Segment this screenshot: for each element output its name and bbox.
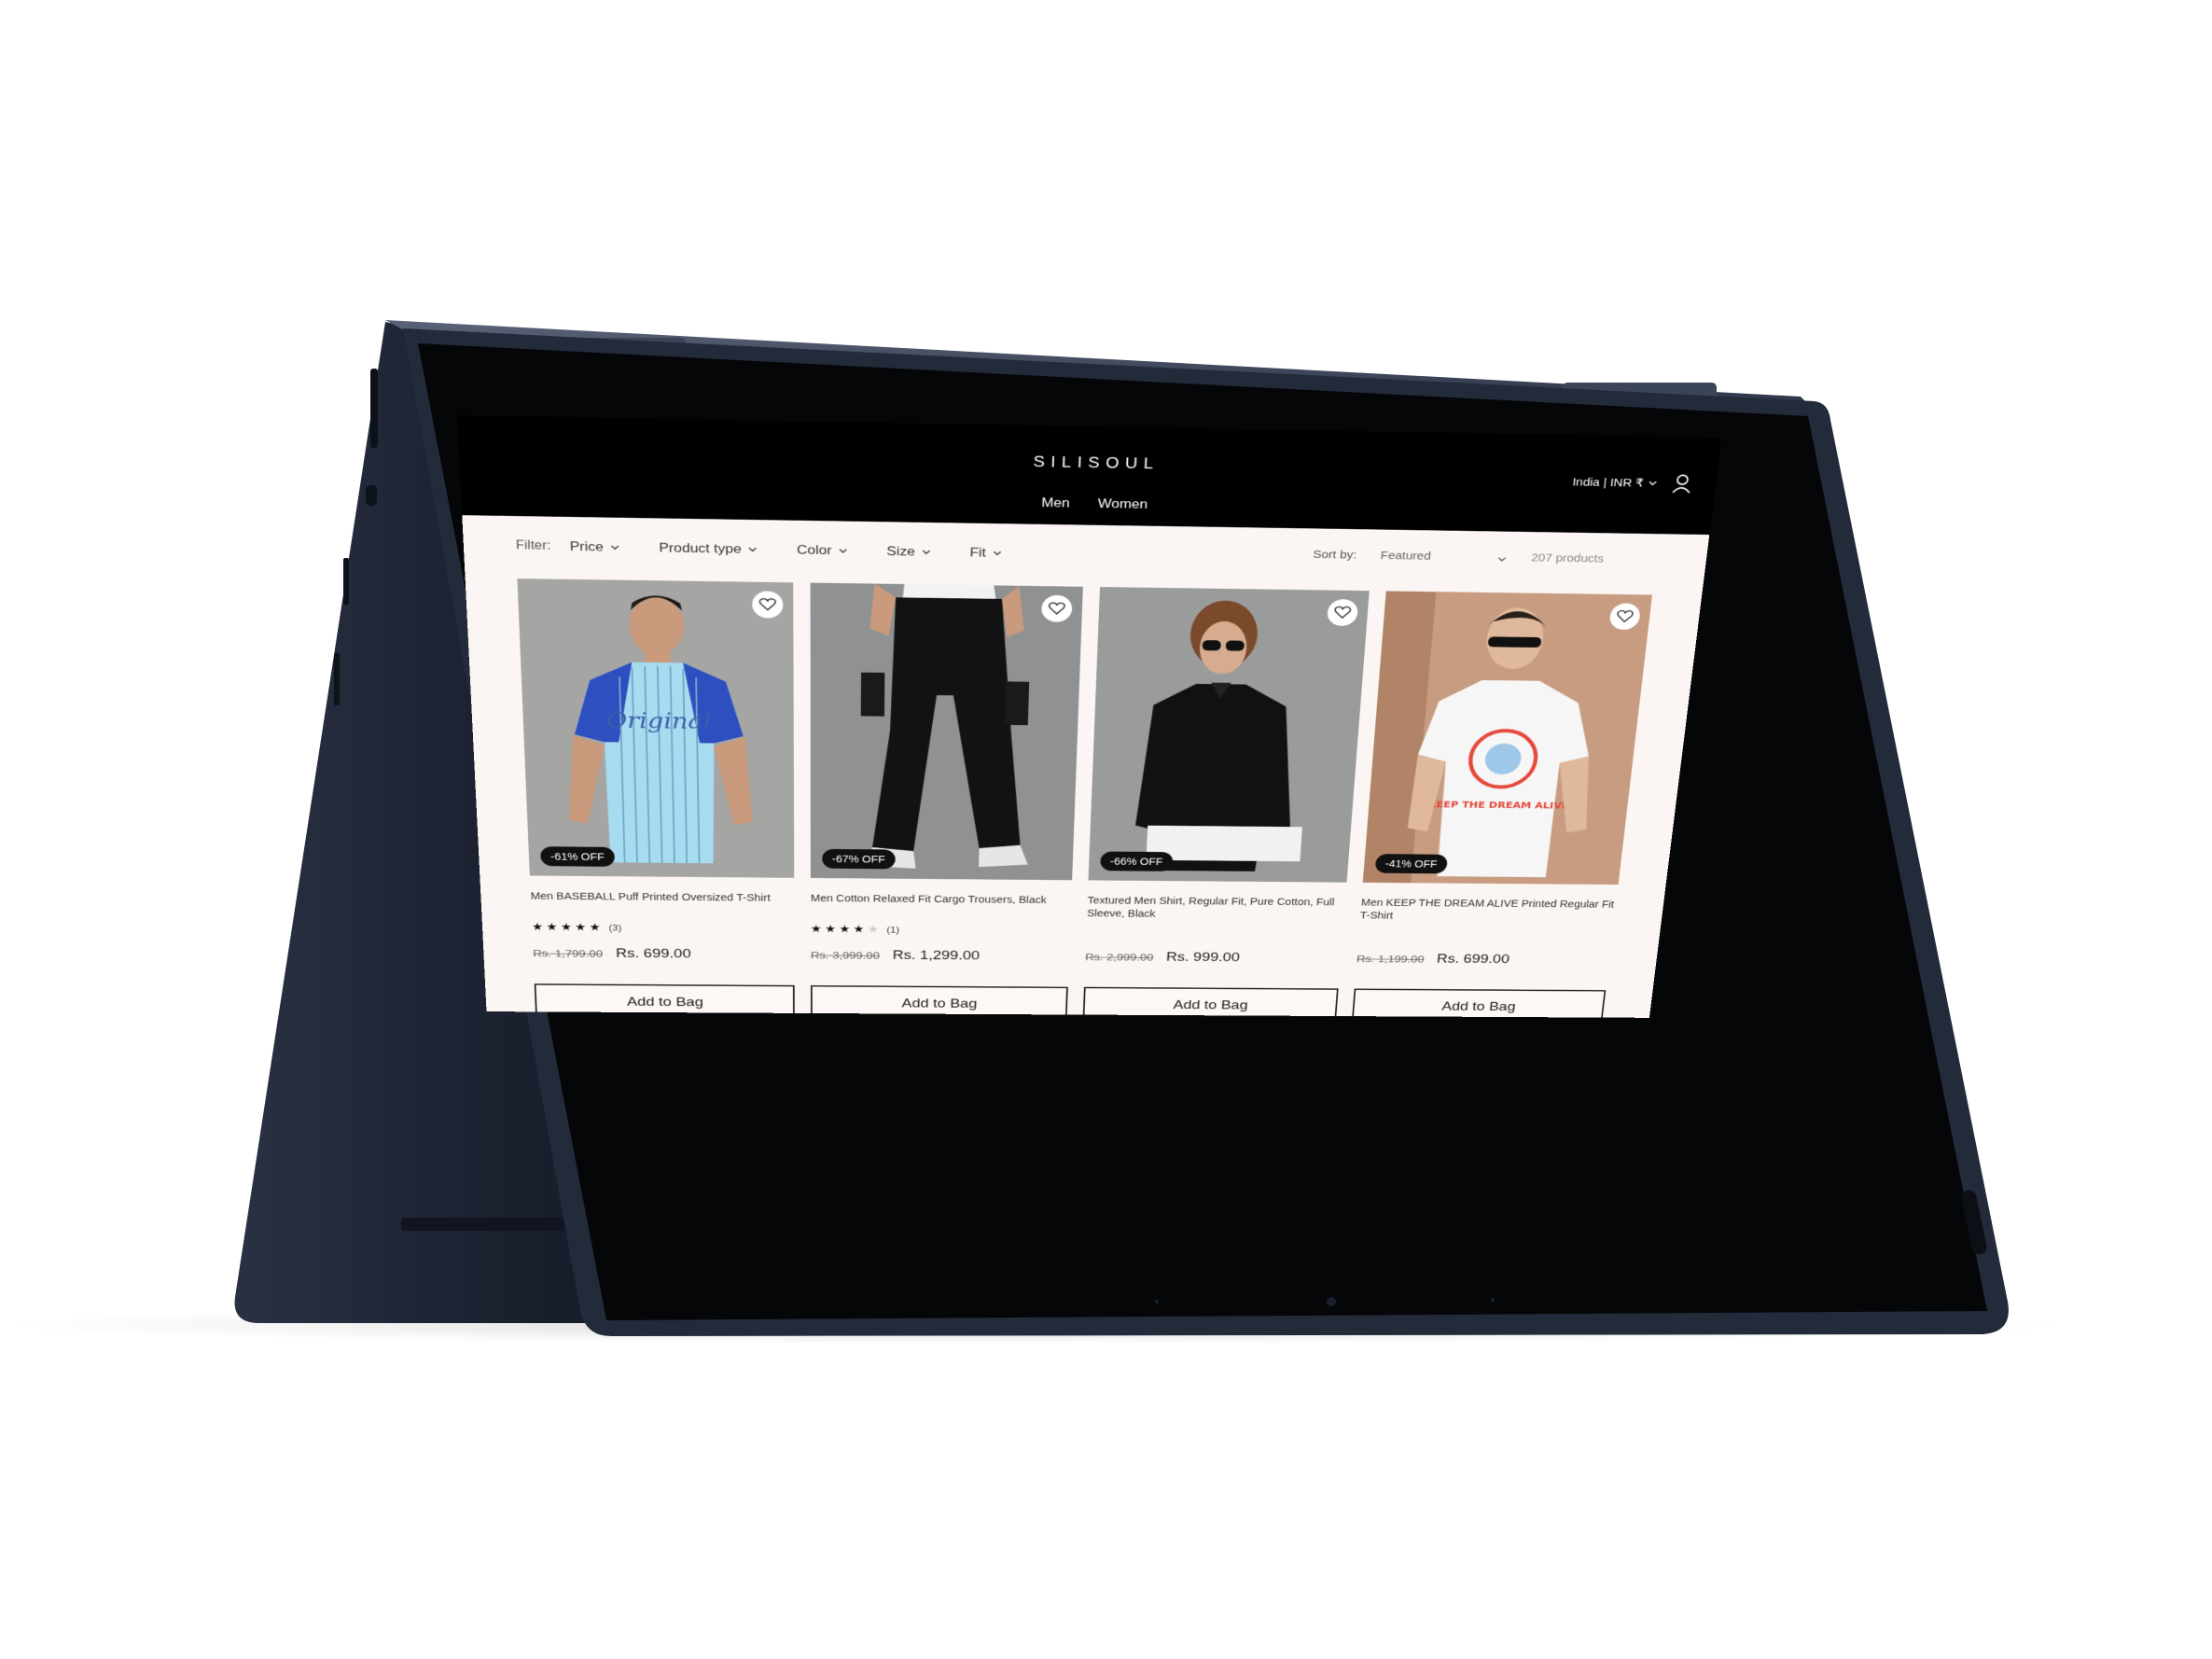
product-photo-dream-tee: KEEP THE DREAM ALIVE [1362,591,1653,885]
product-grid: Original -61% OFF Men BASEBALL Puff Prin… [517,579,1653,1018]
product-title[interactable]: Men Cotton Relaxed Fit Cargo Trousers, B… [811,892,1072,907]
rating-count: (1) [886,924,900,935]
compare-price: Rs. 1,199.00 [1356,953,1425,966]
chevron-down-icon [748,547,757,551]
compare-price: Rs. 1,799.00 [533,947,604,960]
sort-select[interactable]: Featured [1380,550,1498,565]
brand-logo[interactable]: SILISOUL [459,443,1718,482]
star-icon: ★★★★★ [531,921,605,934]
product-image[interactable]: -66% OFF [1088,587,1370,883]
filter-color-label: Color [796,542,832,558]
discount-badge: -67% OFF [822,848,896,870]
price-row: Rs. 2,999.00 Rs. 999.00 [1085,950,1240,966]
svg-text:Original: Original [605,707,711,734]
product-photo-baseball-tee: Original [517,579,795,878]
filter-size-label: Size [886,543,915,559]
main-nav: Men Women [461,486,1713,522]
heart-icon [1048,602,1065,616]
add-to-bag-button[interactable]: Add to Bag [1082,986,1339,1018]
browser-viewport: SILISOUL Men Women India | INR ₹ Filter:… [457,415,1722,1018]
product-rating: ★★★★★ (1) [811,923,899,936]
product-count: 207 products [1530,551,1605,565]
discount-badge: -41% OFF [1374,854,1448,874]
product-image[interactable]: -67% OFF [810,582,1083,881]
account-icon[interactable] [1671,474,1693,495]
compare-price: Rs. 2,999.00 [1084,951,1154,964]
filter-fit[interactable]: Fit [969,545,1001,561]
product-photo-black-shirt [1088,587,1370,883]
filter-color[interactable]: Color [797,542,847,558]
filter-size[interactable]: Size [886,544,930,560]
chevron-down-icon [993,551,1001,555]
filter-product-type[interactable]: Product type [659,540,757,557]
product-title[interactable]: Men KEEP THE DREAM ALIVE Printed Regular… [1359,896,1617,924]
filter-price-label: Price [569,538,605,554]
svg-text:KEEP THE DREAM ALIVE: KEEP THE DREAM ALIVE [1427,799,1569,811]
product-title[interactable]: Textured Men Shirt, Regular Fit, Pure Co… [1087,894,1346,922]
sale-price: Rs. 1,299.00 [892,948,981,963]
heart-icon [1334,606,1352,619]
product-card: KEEP THE DREAM ALIVE -41% OFF Men KEEP T… [1351,591,1653,1018]
add-to-bag-button[interactable]: Add to Bag [810,984,1068,1018]
product-card: -66% OFF Textured Men Shirt, Regular Fit… [1082,587,1370,1018]
filter-bar: Filter: Price Product type Color Size Fi… [515,533,1657,576]
price-row: Rs. 3,999.00 Rs. 1,299.00 [811,948,980,964]
rating-count: (3) [608,922,622,933]
product-rating: ★★★★★ (3) [532,921,622,934]
chevron-down-icon [1649,481,1658,485]
chevron-down-icon [610,545,619,550]
product-title[interactable]: Men BASEBALL Puff Printed Oversized T-Sh… [530,889,794,904]
product-image[interactable]: Original -61% OFF [517,579,795,878]
chevron-down-icon [922,550,930,554]
discount-badge: -66% OFF [1100,851,1174,871]
product-card: -67% OFF Men Cotton Relaxed Fit Cargo Tr… [810,582,1083,1018]
chevron-down-icon [839,549,847,553]
sale-price: Rs. 699.00 [615,946,691,961]
locale-selector[interactable]: India | INR ₹ [1572,475,1658,490]
filter-product-type-label: Product type [659,540,742,557]
product-image[interactable]: KEEP THE DREAM ALIVE -41% OFF [1362,591,1653,885]
discount-badge: -61% OFF [540,846,615,867]
filter-fit-label: Fit [969,545,987,560]
heart-icon [1616,610,1634,623]
product-card: Original -61% OFF Men BASEBALL Puff Prin… [517,579,795,1018]
star-empty-icon: ★ [867,923,883,936]
product-photo-cargo-trousers [810,582,1083,881]
sale-price: Rs. 699.00 [1436,952,1510,967]
wishlist-button[interactable] [752,591,784,619]
nav-women[interactable]: Women [1098,496,1148,511]
price-row: Rs. 1,199.00 Rs. 699.00 [1356,952,1510,968]
sort-label: Sort by: [1313,548,1357,562]
heart-icon [759,598,776,612]
compare-price: Rs. 3,999.00 [810,949,880,962]
locale-label: India | INR ₹ [1571,475,1645,490]
add-to-bag-button[interactable]: Add to Bag [1351,988,1607,1018]
filter-label: Filter: [515,538,551,553]
chevron-down-icon [1497,557,1506,562]
price-row: Rs. 1,799.00 Rs. 699.00 [533,946,691,962]
sale-price: Rs. 999.00 [1165,950,1241,965]
filter-price[interactable]: Price [570,539,619,555]
star-icon: ★★★★ [810,923,868,936]
nav-men[interactable]: Men [1041,495,1070,510]
